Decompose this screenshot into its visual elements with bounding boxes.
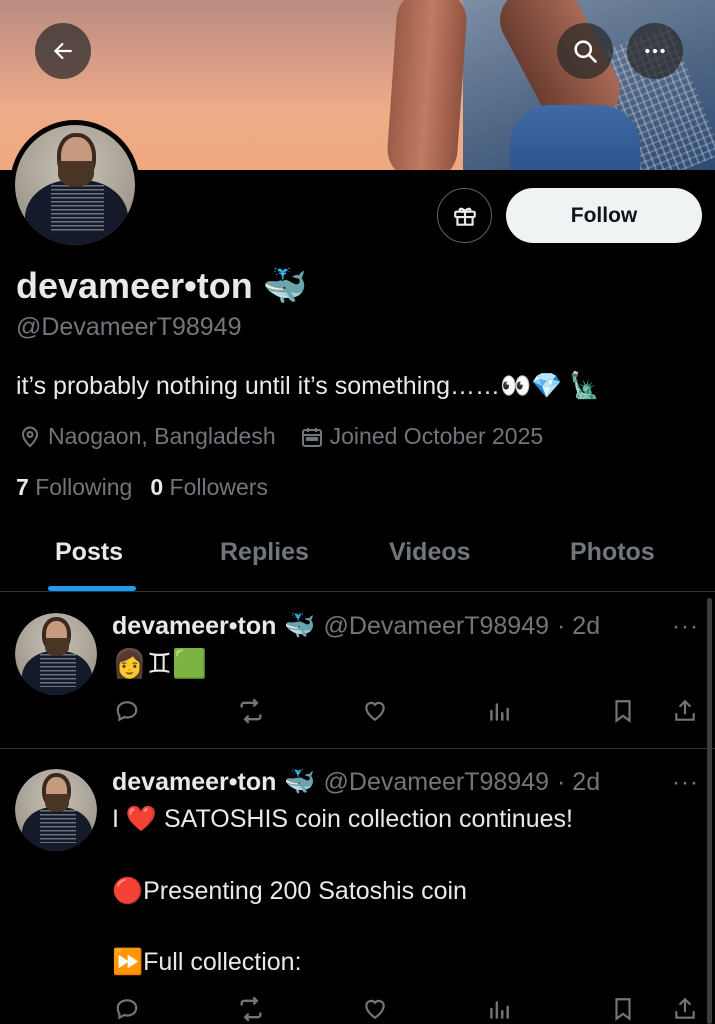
- post-text-line: 🔴Presenting 200 Satoshis coin: [112, 877, 467, 905]
- followers-count: 0: [150, 474, 164, 500]
- reply-button[interactable]: [112, 994, 142, 1024]
- active-tab-indicator: [48, 586, 136, 591]
- post[interactable]: devameer•ton 🐳 @DevameerT98949 · 2d ··· …: [0, 749, 715, 1024]
- views-icon: [490, 1001, 509, 1019]
- location-pin-icon: [21, 426, 39, 447]
- like-button[interactable]: [360, 994, 390, 1024]
- whale-emoji: 🐳: [284, 611, 316, 640]
- more-horizontal-icon: [645, 48, 665, 54]
- following-link[interactable]: 7 Following: [16, 474, 132, 501]
- follow-button[interactable]: Follow: [506, 188, 702, 243]
- share-button[interactable]: [670, 696, 700, 726]
- tab-replies[interactable]: Replies: [220, 538, 309, 567]
- heart-icon: [365, 999, 385, 1019]
- followers-link[interactable]: 0 Followers: [150, 474, 268, 501]
- bookmark-icon: [615, 700, 631, 723]
- post-more-button[interactable]: ···: [672, 613, 699, 641]
- post[interactable]: devameer•ton 🐳 @DevameerT98949 · 2d ··· …: [0, 593, 715, 749]
- joined-text: Joined October 2025: [329, 423, 544, 449]
- back-button[interactable]: [35, 23, 91, 79]
- search-button[interactable]: [557, 23, 613, 79]
- post-avatar-image: [15, 613, 97, 695]
- post-author-handle[interactable]: @DevameerT98949: [324, 612, 550, 641]
- post-text-line: I ❤️ SATOSHIS coin collection continues!: [112, 805, 573, 833]
- reply-button[interactable]: [112, 696, 142, 726]
- tab-videos[interactable]: Videos: [389, 538, 471, 567]
- post-time[interactable]: · 2d: [557, 612, 600, 641]
- bookmark-icon: [615, 998, 631, 1021]
- more-button[interactable]: [627, 23, 683, 79]
- post-text: 👩♊🟩: [112, 647, 207, 680]
- location-text: Naogaon, Bangladesh: [48, 423, 276, 449]
- reply-icon: [116, 999, 138, 1020]
- profile-display-name: devameer•ton 🐳: [16, 265, 308, 307]
- post-author-name[interactable]: devameer•ton: [112, 768, 276, 797]
- following-label: Following: [35, 474, 133, 500]
- post-actions: [112, 994, 702, 1024]
- post-actions: [112, 696, 702, 726]
- display-name-text: devameer•ton: [16, 265, 253, 306]
- arrow-left-icon: [53, 42, 72, 60]
- post-text-line: ⏩Full collection:: [112, 948, 302, 976]
- post-author-name[interactable]: devameer•ton: [112, 612, 276, 641]
- whale-emoji: 🐳: [262, 266, 308, 307]
- whale-emoji: 🐳: [284, 767, 316, 796]
- post-header: devameer•ton 🐳 @DevameerT98949 · 2d: [112, 611, 600, 641]
- post-author-handle[interactable]: @DevameerT98949: [324, 768, 550, 797]
- bookmark-button[interactable]: [608, 994, 638, 1024]
- reply-icon: [116, 701, 138, 722]
- profile-bio: it’s probably nothing until it’s somethi…: [16, 372, 601, 400]
- profile-handle: @DevameerT98949: [16, 313, 242, 341]
- gift-button[interactable]: [437, 188, 492, 243]
- post-avatar-image: [15, 769, 97, 851]
- banner-arm: [385, 0, 469, 170]
- profile-joined: Joined October 2025: [300, 423, 544, 450]
- post-header: devameer•ton 🐳 @DevameerT98949 · 2d: [112, 767, 600, 797]
- profile-avatar[interactable]: [10, 120, 140, 250]
- views-button[interactable]: [484, 994, 514, 1024]
- followers-label: Followers: [169, 474, 268, 500]
- post-avatar[interactable]: [15, 769, 97, 851]
- repost-icon: [240, 698, 262, 724]
- profile-tabs: Posts Replies Videos Photos: [0, 520, 715, 592]
- repost-icon: [240, 996, 262, 1022]
- repost-button[interactable]: [236, 994, 266, 1024]
- post-time[interactable]: · 2d: [557, 768, 600, 797]
- tab-photos[interactable]: Photos: [570, 538, 655, 567]
- calendar-icon: [301, 427, 322, 447]
- share-button[interactable]: [670, 994, 700, 1024]
- post-more-button[interactable]: ···: [672, 769, 699, 797]
- search-icon: [574, 40, 597, 63]
- profile-location: Naogaon, Bangladesh: [18, 423, 276, 450]
- profile-meta: Naogaon, Bangladesh Joined October 2025: [18, 423, 567, 450]
- banner-shirt: [510, 105, 640, 170]
- views-icon: [490, 703, 509, 721]
- follow-counts: 7 Following 0 Followers: [16, 474, 268, 501]
- avatar-image: [15, 125, 135, 245]
- following-count: 7: [16, 474, 29, 500]
- repost-button[interactable]: [236, 696, 266, 726]
- tab-posts[interactable]: Posts: [55, 538, 123, 567]
- like-button[interactable]: [360, 696, 390, 726]
- views-button[interactable]: [484, 696, 514, 726]
- post-avatar[interactable]: [15, 613, 97, 695]
- share-icon: [675, 699, 695, 721]
- share-icon: [675, 997, 695, 1019]
- bookmark-button[interactable]: [608, 696, 638, 726]
- gift-icon: [453, 207, 476, 226]
- heart-icon: [365, 701, 385, 721]
- scrollbar[interactable]: [707, 598, 712, 1024]
